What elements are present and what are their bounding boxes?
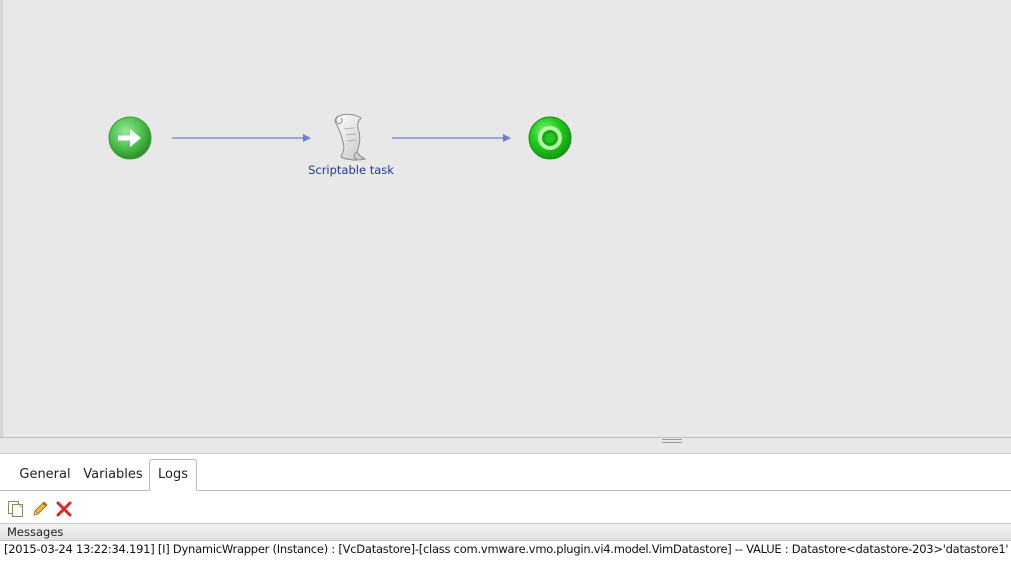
tab-variables[interactable]: Variables [80, 460, 146, 490]
pencil-icon [33, 501, 48, 516]
start-arrow-icon [108, 116, 152, 160]
end-node[interactable] [528, 116, 572, 160]
tab-logs[interactable]: Logs [149, 459, 197, 491]
connector-start-to-task [172, 134, 311, 142]
tab-general[interactable]: General [14, 460, 76, 490]
panel-splitter[interactable] [0, 437, 1011, 454]
scroll-icon [334, 113, 367, 161]
tab-bar: General Variables Logs [0, 455, 1011, 491]
clear-button[interactable] [55, 500, 73, 518]
splitter-grip[interactable] [662, 439, 682, 443]
copy-icon [8, 501, 23, 517]
start-node[interactable] [108, 116, 152, 160]
messages-column-header: Messages [0, 523, 1011, 541]
copy-button[interactable] [7, 500, 25, 518]
scriptable-task-node[interactable] [325, 112, 371, 162]
edit-button[interactable] [31, 500, 49, 518]
log-toolbar [0, 491, 1011, 523]
workflow-canvas[interactable]: Scriptable task [0, 0, 1011, 437]
log-message-row[interactable]: [2015-03-24 13:22:34.191] [I] DynamicWra… [4, 542, 1009, 556]
end-target-icon [528, 116, 572, 160]
connector-task-to-end [392, 134, 511, 142]
task-label: Scriptable task [308, 163, 394, 177]
delete-icon [56, 501, 72, 517]
